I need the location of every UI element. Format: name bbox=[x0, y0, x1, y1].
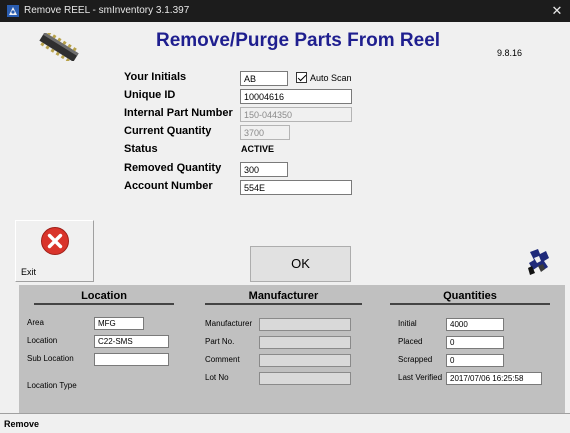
manufacturer-divider bbox=[205, 303, 362, 305]
initial-field[interactable]: 4000 bbox=[446, 318, 504, 331]
status-text: Remove bbox=[4, 419, 40, 429]
exit-button-label: Exit bbox=[21, 267, 37, 277]
sub-location-field[interactable] bbox=[94, 353, 169, 366]
account-number-field[interactable]: 554E bbox=[240, 180, 352, 195]
details-panel: Location Area MFG Location C22-SMS Sub L… bbox=[19, 285, 565, 413]
removed-quantity-label: Removed Quantity bbox=[124, 162, 222, 174]
manufacturer-field bbox=[259, 318, 351, 331]
close-circle-icon bbox=[41, 227, 69, 255]
unique-id-label: Unique ID bbox=[124, 89, 176, 101]
initials-field[interactable]: AB bbox=[240, 71, 288, 86]
location-type-label: Location Type bbox=[27, 381, 77, 390]
last-verified-field[interactable]: 2017/07/06 16:25:58 bbox=[446, 372, 542, 385]
initial-label: Initial bbox=[398, 319, 417, 328]
part-no-label: Part No. bbox=[205, 337, 235, 346]
puzzle-icon bbox=[528, 249, 549, 275]
current-quantity-field: 3700 bbox=[240, 125, 290, 140]
placed-field[interactable]: 0 bbox=[446, 336, 504, 349]
internal-part-number-label: Internal Part Number bbox=[124, 107, 233, 119]
lot-no-field bbox=[259, 372, 351, 385]
sub-location-label: Sub Location bbox=[27, 354, 74, 363]
part-no-field bbox=[259, 336, 351, 349]
smd-reel-icon bbox=[39, 33, 79, 61]
removed-quantity-field[interactable]: 300 bbox=[240, 162, 288, 177]
initials-label: Your Initials bbox=[124, 71, 187, 83]
title-bar: Remove REEL - smInventory 3.1.397 ✕ bbox=[0, 0, 570, 22]
manufacturer-label: Manufacturer bbox=[205, 319, 253, 328]
close-icon[interactable]: ✕ bbox=[544, 0, 570, 22]
last-verified-label: Last Verified bbox=[398, 373, 443, 382]
version-label: 9.8.16 bbox=[497, 48, 523, 58]
account-number-label: Account Number bbox=[124, 180, 213, 192]
ok-button[interactable]: OK bbox=[250, 246, 351, 282]
quantities-header: Quantities bbox=[443, 290, 497, 302]
location-label: Location bbox=[27, 336, 58, 345]
area-field[interactable]: MFG bbox=[94, 317, 144, 330]
comment-label: Comment bbox=[205, 355, 240, 364]
location-field[interactable]: C22-SMS bbox=[94, 335, 169, 348]
unique-id-field[interactable]: 10004616 bbox=[240, 89, 352, 104]
app-icon bbox=[7, 5, 19, 17]
quantities-divider bbox=[390, 303, 550, 305]
location-divider bbox=[34, 303, 174, 305]
manufacturer-header: Manufacturer bbox=[248, 290, 319, 302]
current-quantity-label: Current Quantity bbox=[124, 125, 212, 137]
page-title: Remove/Purge Parts From Reel bbox=[156, 30, 441, 51]
scrapped-field[interactable]: 0 bbox=[446, 354, 504, 367]
comment-field bbox=[259, 354, 351, 367]
status-bar: Remove bbox=[0, 414, 570, 433]
exit-button[interactable]: Exit bbox=[15, 220, 94, 282]
status-label: Status bbox=[124, 143, 158, 155]
placed-label: Placed bbox=[398, 337, 423, 346]
auto-scan-label[interactable]: Auto Scan bbox=[310, 73, 352, 83]
window-title: Remove REEL - smInventory 3.1.397 bbox=[24, 5, 190, 16]
area-label: Area bbox=[27, 318, 44, 327]
location-header: Location bbox=[81, 290, 127, 302]
scrapped-label: Scrapped bbox=[398, 355, 433, 364]
internal-part-number-field: 150-044350 bbox=[240, 107, 352, 122]
status-value: ACTIVE bbox=[241, 144, 275, 154]
lot-no-label: Lot No bbox=[205, 373, 229, 382]
auto-scan-checkbox[interactable] bbox=[296, 72, 307, 83]
